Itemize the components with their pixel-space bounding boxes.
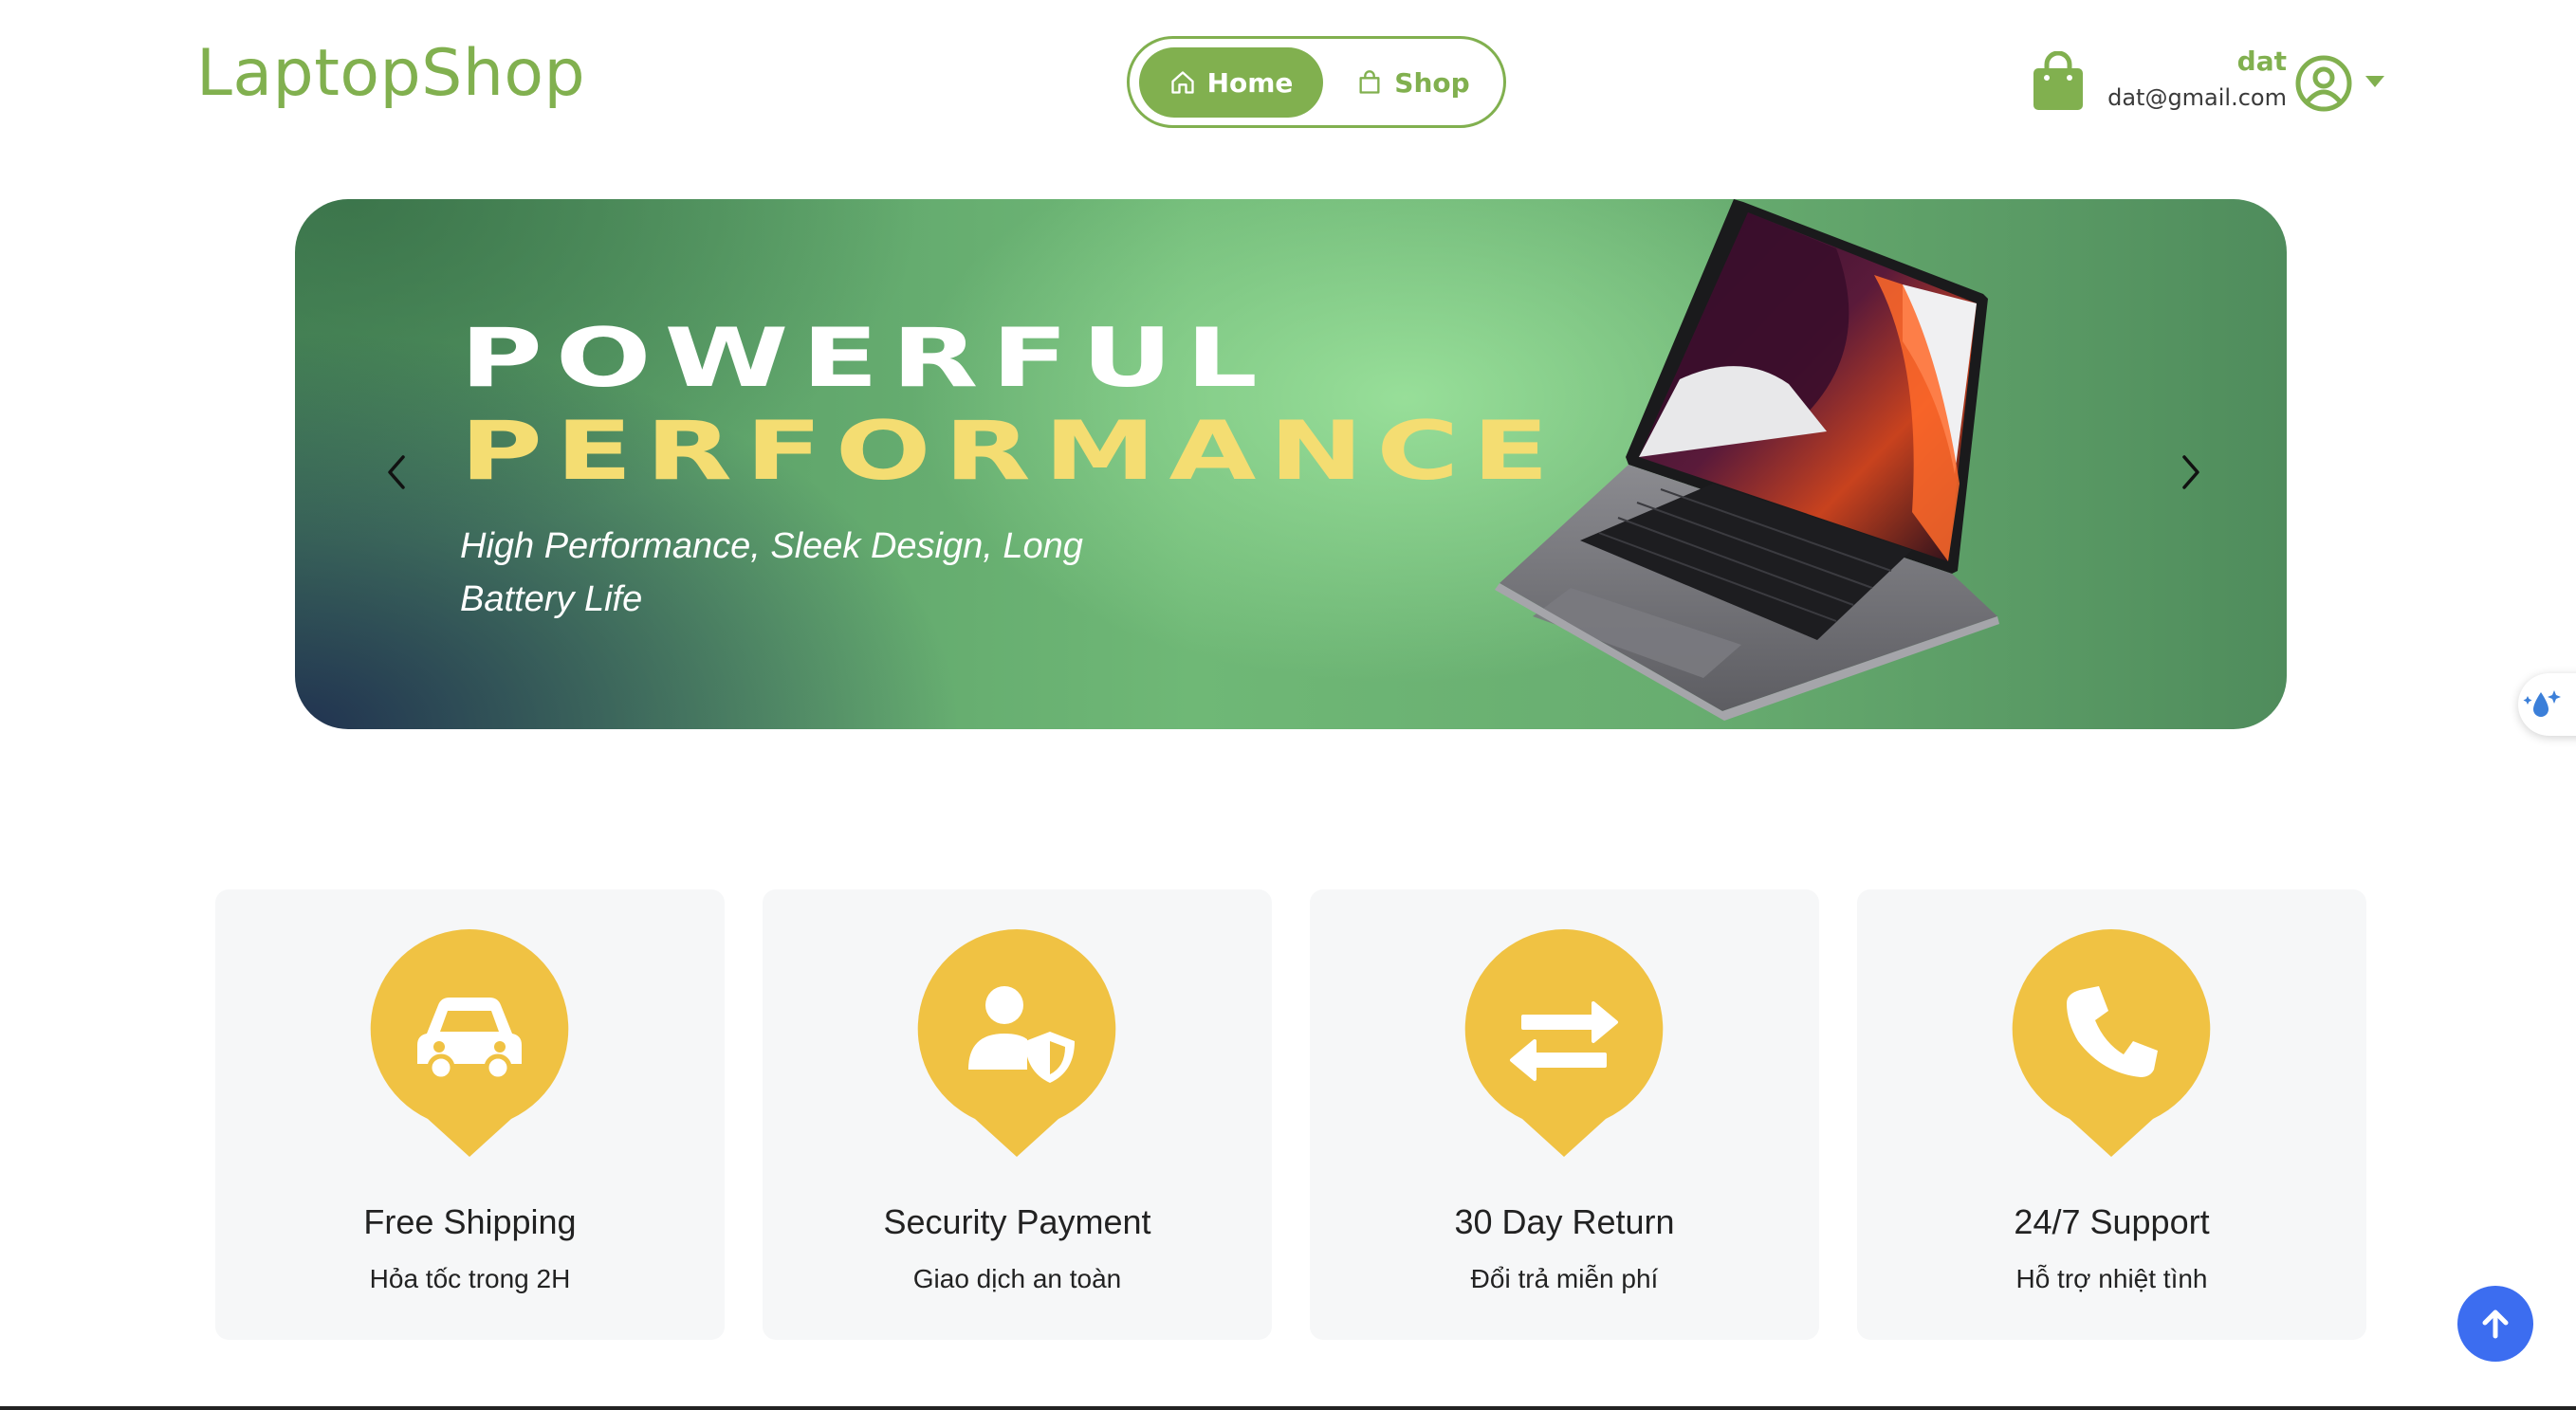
nav-home-button[interactable]: Home bbox=[1139, 47, 1323, 118]
brand-logo[interactable]: LaptopShop bbox=[196, 36, 585, 111]
hero-banner: POWERFUL PERFORMANCE High Performance, S… bbox=[295, 199, 2287, 729]
shopping-bag-icon[interactable] bbox=[2032, 51, 2085, 110]
feature-subtitle: Giao dịch an toàn bbox=[912, 1264, 1122, 1293]
feature-subtitle: Hỗ trợ nhiệt tình bbox=[2015, 1264, 2208, 1293]
water-drop-sparkle-icon bbox=[2523, 690, 2561, 717]
feature-subtitle: Hỏa tốc trong 2H bbox=[369, 1264, 571, 1293]
feature-title: Free Shipping bbox=[363, 1202, 577, 1241]
feature-card-support: 24/7 Support Hỗ trợ nhiệt tình bbox=[1857, 889, 2366, 1340]
chevron-right-icon[interactable] bbox=[2171, 444, 2209, 501]
exchange-arrows-icon bbox=[1464, 929, 1664, 1157]
feature-title: 30 Day Return bbox=[1454, 1202, 1675, 1241]
feature-card-security: Security Payment Giao dịch an toàn bbox=[763, 889, 1272, 1340]
arrow-up-icon bbox=[2482, 1309, 2509, 1339]
phone-icon bbox=[2012, 929, 2211, 1157]
car-icon bbox=[370, 929, 569, 1157]
banner-subtitle: High Performance, Sleek Design, Long Bat… bbox=[460, 526, 1083, 619]
laptop-image bbox=[1495, 199, 1999, 721]
main-nav: Home Shop bbox=[1127, 36, 1506, 128]
back-to-top-button[interactable] bbox=[2457, 1286, 2533, 1362]
feature-card-shipping: Free Shipping Hỏa tốc trong 2H bbox=[215, 889, 725, 1340]
side-widget-button[interactable] bbox=[2518, 673, 2576, 736]
caret-down-icon[interactable] bbox=[2365, 76, 2384, 87]
banner-title-line2: PERFORMANCE bbox=[460, 404, 1563, 499]
feature-title: 24/7 Support bbox=[2014, 1202, 2210, 1241]
user-shield-icon bbox=[917, 929, 1116, 1157]
feature-card-return: 30 Day Return Đổi trả miễn phí bbox=[1310, 889, 1819, 1340]
home-icon bbox=[1170, 71, 1194, 94]
banner-title-line1: POWERFUL bbox=[460, 311, 1271, 406]
user-email: dat@gmail.com bbox=[2107, 84, 2287, 111]
user-circle-icon[interactable] bbox=[2294, 54, 2353, 113]
feature-subtitle: Đổi trả miễn phí bbox=[1470, 1264, 1659, 1293]
chevron-left-icon[interactable] bbox=[378, 444, 416, 501]
nav-shop-label: Shop bbox=[1394, 66, 1470, 99]
feature-title: Security Payment bbox=[883, 1202, 1151, 1241]
nav-home-label: Home bbox=[1206, 66, 1294, 99]
user-name: dat bbox=[2236, 46, 2287, 77]
nav-shop-button[interactable]: Shop bbox=[1342, 47, 1484, 118]
shopping-bag-icon bbox=[1359, 70, 1380, 94]
page-bottom-border bbox=[0, 1406, 2576, 1410]
